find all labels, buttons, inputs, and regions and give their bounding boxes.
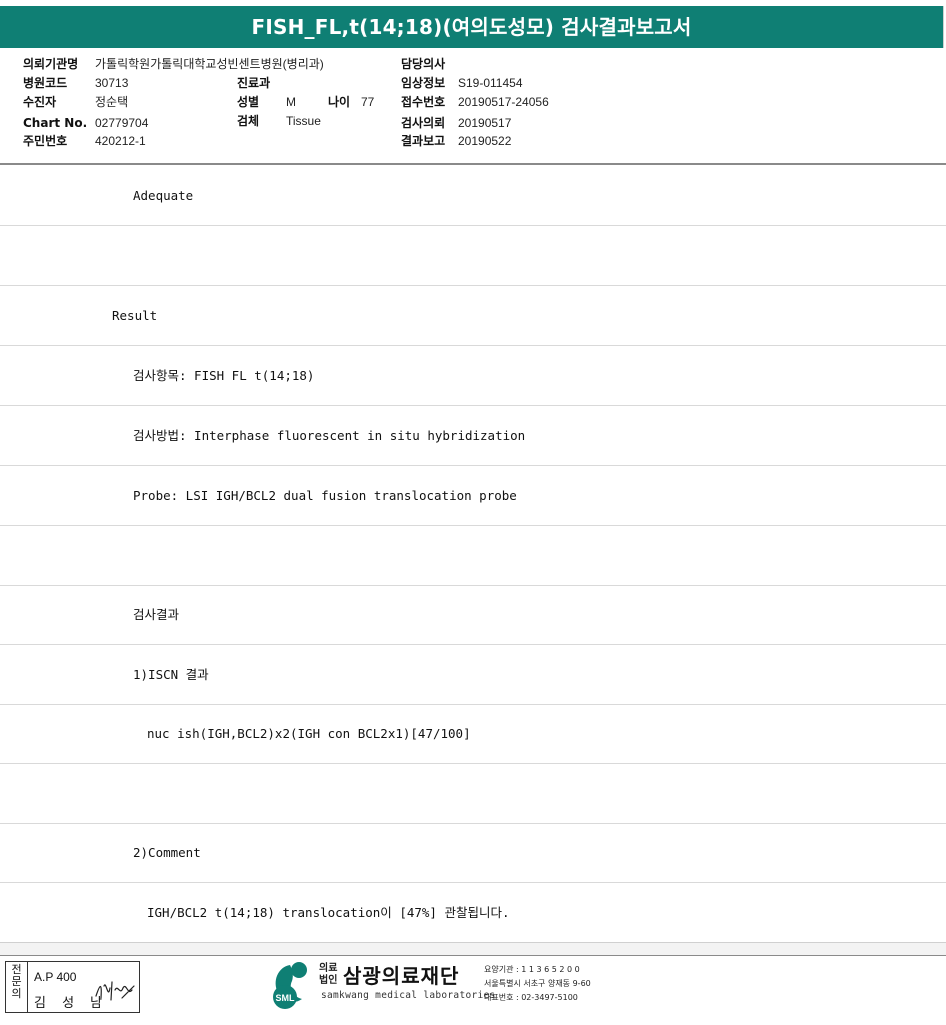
dept-label: 진료과 [237,76,271,90]
report-header: 의뢰기관명 가톨릭학원가톨릭대학교성빈센트병원(병리과) 담당의사 병원코드 3… [0,48,946,166]
report-row [0,526,946,586]
patient-value: 정순택 [95,95,129,109]
legal-entity-label: 의료 법인 [319,963,337,987]
age-label: 나이 [328,95,351,109]
report-row: 검사항목: FISH FL t(14;18) [0,346,946,406]
receipt-label: 접수번호 [401,95,446,109]
report-row-text: 2)Comment [133,845,201,860]
header-divider [0,163,946,165]
receipt-value: 20190517-24056 [458,95,549,109]
report-row: Adequate [0,166,946,226]
patient-label: 수진자 [23,95,57,109]
report-row: Result [0,286,946,346]
hospital-code-label: 병원코드 [23,76,68,90]
institution-label: 의뢰기관명 [23,57,79,71]
resident-label: 주민번호 [23,134,68,148]
report-row: 검사방법: Interphase fluorescent in situ hyb… [0,406,946,466]
report-row-text: Adequate [133,188,194,203]
sex-value: M [286,95,296,109]
report-row: 1)ISCN 결과 [0,645,946,705]
report-date-value: 20190522 [458,134,512,148]
hospital-code-value: 30713 [95,76,129,90]
clinical-info-value: S19-011454 [458,76,523,90]
resident-value: 420212-1 [95,134,146,148]
report-row [0,764,946,824]
report-row: 검사결과 [0,585,946,645]
handwritten-signature [95,981,135,1001]
specimen-value: Tissue [286,114,321,128]
report-date-label: 결과보고 [401,134,446,148]
specialist-label-char: 의 [11,987,22,1000]
clinical-info-label: 임상정보 [401,76,446,90]
ap-number: A.P 400 [34,970,77,984]
legal-entity-line2: 법인 [319,975,338,986]
report-row-text: Result [112,308,158,323]
report-row-text: IGH/BCL2 t(14;18) translocation이 [47%] 관… [147,905,510,920]
institution-code: 요양기관 : 1 1 3 6 5 2 0 0 [484,965,580,974]
report-row-text: nuc ish(IGH,BCL2)x2(IGH con BCL2x1)[47/1… [147,726,471,741]
foundation-info: 요양기관 : 1 1 3 6 5 2 0 0 서울특별시 서초구 양재동 9-6… [484,963,591,1005]
report-row: IGH/BCL2 t(14;18) translocation이 [47%] 관… [0,883,946,943]
report-body: Adequate Result 검사항목: FISH FL t(14;18) 검… [0,166,946,943]
foundation-name: 삼광의료재단 [343,964,460,988]
report-row-text: 1)ISCN 결과 [133,667,209,682]
legal-entity-line1: 의료 [319,963,338,974]
foundation-address: 서울특별시 서초구 양재동 9-60 [484,979,591,988]
foundation-phone: 대표번호 : 02-3497-5100 [484,993,578,1002]
institution-value: 가톨릭학원가톨릭대학교성빈센트병원(병리과) [95,57,324,71]
page-separator [0,942,946,956]
report-title: FISH_FL,t(14;18)(여의도성모) 검사결과보고서 [0,6,944,48]
sml-logo-icon: SML [273,962,307,1009]
report-row-text: 검사방법: Interphase fluorescent in situ hyb… [133,428,526,443]
foundation-english-name: samkwang medical laboratories [321,990,496,1001]
specialist-signature-box: 전 문 의 A.P 400 김 성 남 [5,961,140,1013]
report-row: nuc ish(IGH,BCL2)x2(IGH con BCL2x1)[47/1… [0,704,946,764]
report-row [0,226,946,286]
sex-label: 성별 [237,95,260,109]
specimen-label: 검체 [237,114,260,128]
report-row-text: Probe: LSI IGH/BCL2 dual fusion transloc… [133,488,517,503]
logo-badge-text: SML [276,993,296,1003]
request-value: 20190517 [458,116,512,130]
report-row-text: 검사항목: FISH FL t(14;18) [133,368,315,383]
chart-label: Chart No. [23,116,88,130]
report-row: Probe: LSI IGH/BCL2 dual fusion transloc… [0,466,946,526]
chart-value: 02779704 [95,116,149,130]
report-row: 2)Comment [0,823,946,883]
request-label: 검사의뢰 [401,116,446,130]
report-row-text: 검사결과 [133,607,180,622]
age-value: 77 [361,95,375,109]
report-footer: 전 문 의 A.P 400 김 성 남 SML 의료 법인 삼광의료재단 sam… [0,956,946,1025]
doctor-label: 담당의사 [401,57,446,71]
specialist-label: 전 문 의 [6,962,28,1012]
